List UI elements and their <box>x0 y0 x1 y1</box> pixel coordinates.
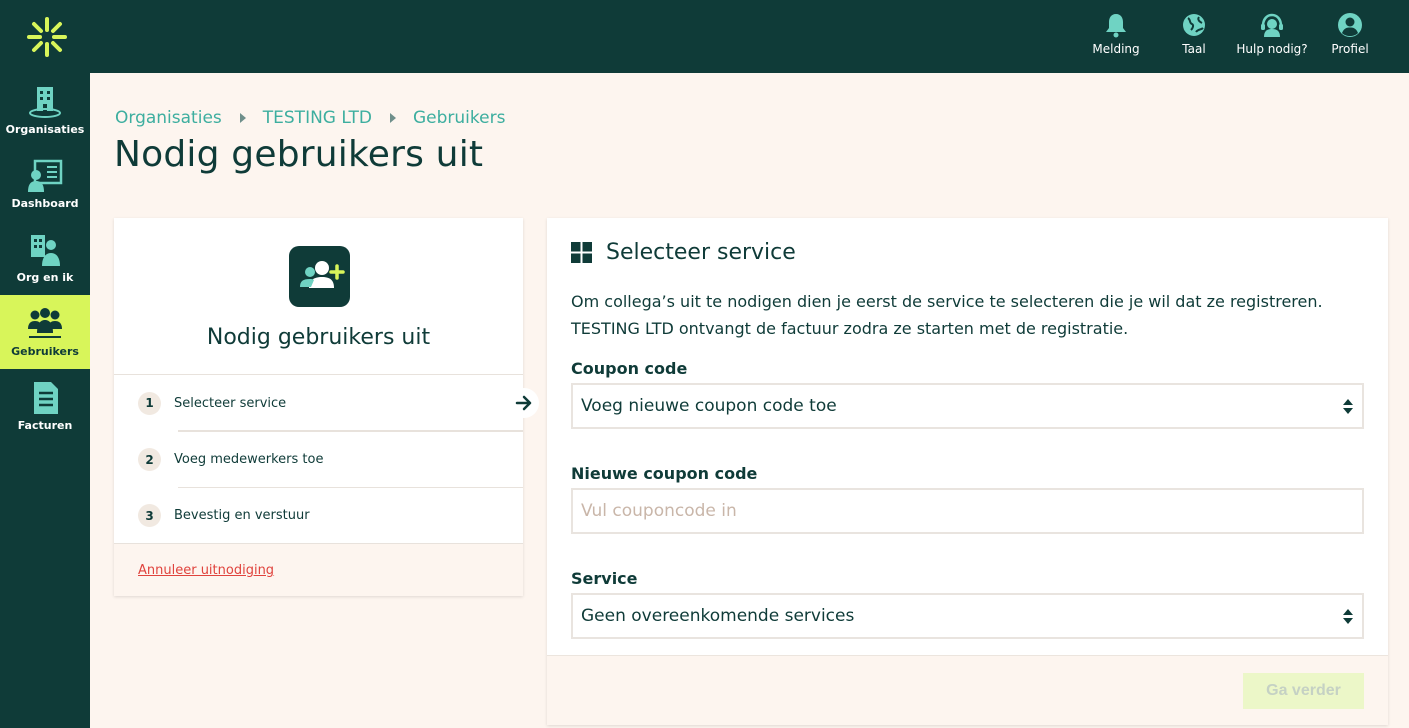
coupon-code-value: Voeg nieuwe coupon code toe <box>581 396 837 416</box>
users-icon <box>28 307 62 338</box>
notifications-button[interactable]: Melding <box>1077 12 1155 56</box>
service-value: Geen overeenkomende services <box>581 606 855 626</box>
sidebar-item-facturen[interactable]: Facturen <box>0 369 90 443</box>
new-coupon-code-label: Nieuwe coupon code <box>571 464 758 483</box>
arrow-right-icon <box>509 388 539 418</box>
globe-icon <box>1183 14 1205 36</box>
breadcrumb-organization[interactable]: TESTING LTD <box>263 108 372 128</box>
next-button[interactable]: Ga verder <box>1243 673 1364 709</box>
logo-icon[interactable] <box>26 16 68 58</box>
notifications-label: Melding <box>1092 42 1140 56</box>
building-icon <box>29 86 61 118</box>
profile-button[interactable]: Profiel <box>1311 12 1389 56</box>
step-number: 2 <box>138 448 161 471</box>
coupon-code-select[interactable]: Voeg nieuwe coupon code toe <box>571 383 1364 429</box>
sidebar-item-label: Organisaties <box>5 122 85 136</box>
steps-card: Nodig gebruikers uit 1 Selecteer service… <box>114 218 539 596</box>
headset-icon <box>1261 13 1283 37</box>
step-label: Selecteer service <box>174 395 287 411</box>
new-coupon-code-placeholder: Vul couponcode in <box>581 501 737 521</box>
steps-title: Nodig gebruikers uit <box>206 325 431 350</box>
step-label: Voeg medewerkers toe <box>174 452 324 467</box>
top-bar: Melding Taal Hulp nodig? Profiel <box>0 0 1409 73</box>
breadcrumb-separator-icon <box>389 113 396 123</box>
steps-list: 1 Selecteer service 2 Voeg medewerkers t… <box>114 374 539 543</box>
service-card: Selecteer service Om collega’s uit te no… <box>547 218 1388 725</box>
sidebar-item-label: Facturen <box>17 418 73 432</box>
grid-icon <box>571 242 592 263</box>
intro-line: TESTING LTD ontvangt de factuur zodra ze… <box>571 319 1129 338</box>
page-title: Nodig gebruikers uit <box>114 134 484 175</box>
language-label: Taal <box>1182 42 1206 56</box>
intro-text: Om collega’s uit te nodigen dien je eers… <box>571 288 1371 342</box>
bell-icon <box>1106 14 1126 38</box>
profile-label: Profiel <box>1331 42 1369 56</box>
section-header: Selecteer service <box>571 240 796 265</box>
step-label: Bevestig en verstuur <box>174 508 310 523</box>
sidebar-item-organisaties[interactable]: Organisaties <box>0 73 90 147</box>
sidebar-item-gebruikers[interactable]: Gebruikers <box>0 295 90 369</box>
user-circle-icon <box>1338 13 1362 37</box>
language-button[interactable]: Taal <box>1155 12 1233 56</box>
step-number: 1 <box>138 391 161 415</box>
top-nav: Melding Taal Hulp nodig? Profiel <box>1077 12 1389 56</box>
breadcrumb-gebruikers[interactable]: Gebruikers <box>413 108 505 128</box>
service-label: Service <box>571 569 638 588</box>
select-arrows-icon <box>1343 609 1353 624</box>
coupon-code-label: Coupon code <box>571 359 688 378</box>
invoice-icon <box>34 381 58 414</box>
select-arrows-icon <box>1343 399 1353 414</box>
step-select-service[interactable]: 1 Selecteer service <box>114 375 539 431</box>
steps-card-footer: Annuleer uitnodiging <box>114 543 523 596</box>
step-confirm-send[interactable]: 3 Bevestig en verstuur <box>138 487 523 543</box>
breadcrumb: Organisaties TESTING LTD Gebruikers <box>115 108 505 128</box>
breadcrumb-separator-icon <box>239 113 246 123</box>
intro-line: Om collega’s uit te nodigen dien je eers… <box>571 292 1323 311</box>
add-user-icon <box>289 246 350 307</box>
step-add-employees[interactable]: 2 Voeg medewerkers toe <box>138 431 523 487</box>
new-coupon-code-input[interactable]: Vul couponcode in <box>571 488 1364 534</box>
org-person-icon <box>31 234 60 266</box>
help-button[interactable]: Hulp nodig? <box>1233 12 1311 56</box>
help-label: Hulp nodig? <box>1236 42 1308 56</box>
service-select[interactable]: Geen overeenkomende services <box>571 593 1364 639</box>
sidebar-item-dashboard[interactable]: Dashboard <box>0 147 90 221</box>
sidebar: Organisaties Dashboard Org en ik Gebruik… <box>0 73 90 728</box>
breadcrumb-organisaties[interactable]: Organisaties <box>115 108 222 128</box>
form-footer: Ga verder <box>547 655 1388 725</box>
dashboard-icon <box>28 159 63 192</box>
step-number: 3 <box>138 504 161 527</box>
sidebar-item-label: Dashboard <box>11 196 79 210</box>
sidebar-item-label: Gebruikers <box>11 344 79 358</box>
section-title: Selecteer service <box>606 240 796 265</box>
cancel-invitation-link[interactable]: Annuleer uitnodiging <box>138 563 274 578</box>
sidebar-item-org-en-ik[interactable]: Org en ik <box>0 221 90 295</box>
sidebar-item-label: Org en ik <box>16 270 74 284</box>
